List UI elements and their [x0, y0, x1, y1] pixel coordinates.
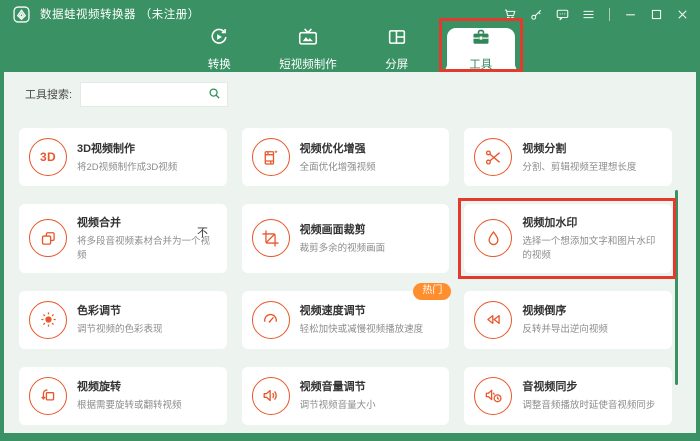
hot-badge: 热门 — [413, 282, 452, 300]
card-title: 视频旋转 — [77, 381, 121, 394]
watermark-icon — [474, 219, 513, 258]
card-text: 音视频同步调整音频播放时延使音视频同步 — [522, 378, 655, 413]
card-title: 视频速度调节 — [299, 305, 366, 318]
card-text: 视频分割分割、剪辑视频至理想长度 — [522, 140, 636, 175]
card-description: 选择一个想添加文字和图片水印的视频 — [522, 236, 656, 261]
tab-convert[interactable]: 转换 — [185, 28, 253, 72]
tool-card[interactable]: 视频速度调节轻松加快或减慢视频播放速度 热门 — [241, 282, 452, 349]
tab-split-screen[interactable]: 分屏 — [363, 28, 431, 72]
card-description: 分割、剪辑视频至理想长度 — [522, 161, 637, 173]
maximize-icon[interactable] — [649, 7, 664, 22]
card-text: 视频音量调节 调节视频音量大小 — [300, 378, 376, 413]
register-status: （未注册） — [139, 9, 200, 21]
search-label: 工具搜索: — [25, 89, 73, 101]
color-icon — [29, 300, 67, 339]
tool-card[interactable]: 视频合并将多段音视频素材合并为一个视频 — [19, 204, 227, 273]
card-description: 全面优化增强视频 — [299, 161, 376, 173]
card-description: 调节视频的色彩表现 — [77, 324, 163, 336]
tab-label: 短视频制作 — [279, 59, 337, 71]
card-description: 调整音频播放时延使音视频同步 — [522, 400, 656, 412]
vertical-scrollbar-thumb[interactable] — [675, 190, 678, 385]
speed-icon — [251, 300, 290, 339]
card-description: 根据需要旋转或翻转视频 — [77, 400, 182, 412]
tool-card[interactable]: 视频加水印选择一个想添加文字和图片水印的视频 — [458, 198, 676, 279]
card-text: 视频倒序反转并导出逆向视频 — [522, 302, 608, 337]
tool-card[interactable]: 音视频同步调整音频播放时延使音视频同步 — [464, 366, 672, 425]
card-text: 视频画面裁剪裁剪多余的视频画面 — [300, 221, 386, 256]
split-screen-icon — [386, 26, 408, 53]
crop-icon — [251, 219, 290, 258]
stray-character: 不 — [197, 227, 208, 239]
card-description: 调节视频音量大小 — [299, 400, 376, 412]
card-text: 视频旋转根据需要旋转或翻转视频 — [77, 378, 182, 413]
tool-card[interactable]: 视频旋转根据需要旋转或翻转视频 — [19, 366, 227, 425]
card-text: 色彩调节调节视频的色彩表现 — [77, 302, 163, 337]
app-logo-icon — [13, 5, 30, 23]
menu-icon[interactable] — [581, 7, 596, 22]
scissors-icon — [474, 138, 513, 176]
card-description: 将多段音视频素材合并为一个视频 — [77, 236, 211, 261]
tools-panel: 工具搜索: 3D 3D视频制作将2D视频制作成3D视频 视频优化增强 全面优化增强视频… — [4, 72, 696, 433]
tab-short-video[interactable]: 短视频制作 — [269, 28, 347, 72]
card-title: 视频加水印 — [522, 217, 578, 229]
tab-tools[interactable]: 工具 — [438, 18, 523, 72]
tool-card[interactable]: 3D 3D视频制作将2D视频制作成3D视频 — [19, 128, 227, 186]
card-title: 视频分割 — [522, 142, 567, 155]
card-description: 裁剪多余的视频画面 — [299, 242, 386, 254]
rotate-icon — [29, 376, 67, 415]
tool-search-input[interactable] — [80, 81, 229, 107]
card-text: 视频速度调节轻松加快或减慢视频播放速度 — [300, 302, 424, 337]
tool-3d-icon: 3D — [29, 138, 67, 176]
tool-card[interactable]: 视频分割分割、剪辑视频至理想长度 — [464, 128, 672, 186]
audio-sync-icon — [474, 376, 513, 415]
tool-grid: 3D 3D视频制作将2D视频制作成3D视频 视频优化增强 全面优化增强视频 视频分割分割… — [19, 128, 676, 425]
tool-search-row: 工具搜索: — [19, 81, 672, 107]
tool-card[interactable]: 色彩调节调节视频的色彩表现 — [19, 290, 227, 349]
titlebar-divider — [609, 7, 610, 21]
minimize-icon[interactable] — [623, 7, 638, 22]
merge-icon — [29, 219, 67, 258]
card-title: 音视频同步 — [522, 381, 578, 394]
tab-label: 分屏 — [385, 59, 409, 71]
card-text: 3D视频制作将2D视频制作成3D视频 — [77, 140, 177, 175]
app-title: 数据蛙视频转换器 （未注册） — [40, 9, 200, 21]
register-key-icon[interactable] — [529, 7, 544, 22]
titlebar-actions — [503, 7, 690, 22]
tab-label: 转换 — [207, 59, 231, 71]
app-window: { "colors": { "brand_green": "#3A9163", … — [0, 0, 700, 441]
card-text: 视频合并将多段音视频素材合并为一个视频 — [77, 214, 217, 263]
card-description: 轻松加快或减慢视频播放速度 — [299, 324, 424, 336]
card-text: 视频优化增强 全面优化增强视频 — [300, 140, 376, 175]
titlebar: 数据蛙视频转换器 （未注册） — [0, 0, 700, 28]
tab-label: 工具 — [469, 59, 493, 71]
card-title: 3D视频制作 — [77, 142, 136, 155]
tool-card[interactable]: 视频优化增强 全面优化增强视频 — [241, 128, 450, 186]
card-title: 色彩调节 — [77, 305, 121, 318]
short-video-icon — [297, 26, 319, 53]
card-title: 视频画面裁剪 — [299, 223, 366, 236]
reverse-icon — [474, 300, 513, 339]
volume-icon — [251, 376, 290, 415]
card-text: 视频加水印选择一个想添加文字和图片水印的视频 — [522, 214, 662, 263]
card-title: 视频倒序 — [522, 305, 567, 318]
enhance-icon — [251, 138, 290, 176]
card-description: 反转并导出逆向视频 — [522, 324, 608, 336]
cart-icon[interactable] — [503, 7, 518, 22]
search-icon[interactable] — [207, 86, 222, 101]
search-box — [80, 81, 229, 107]
main-tabbar: 转换 短视频制作 分屏 工具 — [0, 18, 700, 72]
convert-icon — [208, 26, 230, 53]
card-description: 将2D视频制作成3D视频 — [77, 161, 178, 173]
tool-card[interactable]: 视频画面裁剪裁剪多余的视频画面 — [241, 204, 450, 273]
card-title: 视频优化增强 — [299, 142, 366, 155]
close-icon[interactable] — [675, 7, 690, 22]
card-title: 视频音量调节 — [299, 381, 366, 394]
tool-card[interactable]: 视频音量调节 调节视频音量大小 — [241, 366, 450, 425]
tool-card[interactable]: 视频倒序反转并导出逆向视频 — [464, 290, 672, 349]
card-title: 视频合并 — [77, 217, 121, 229]
tools-icon — [470, 26, 492, 53]
feedback-icon[interactable] — [555, 7, 570, 22]
